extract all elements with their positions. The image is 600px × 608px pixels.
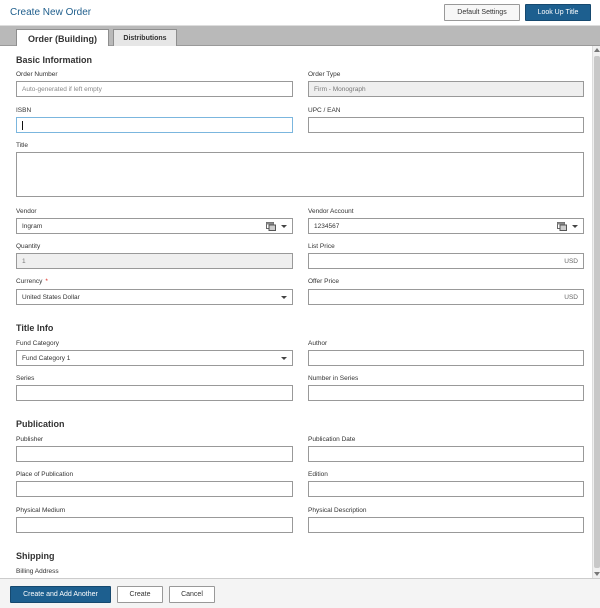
top-bar: Create New Order Default Settings Look U… bbox=[0, 0, 600, 26]
place-of-publication-field[interactable] bbox=[16, 481, 293, 497]
physical-medium-label: Physical Medium bbox=[16, 507, 66, 514]
edition-field[interactable] bbox=[308, 481, 584, 497]
offer-price-field[interactable]: USD bbox=[308, 289, 584, 305]
tab-order-building[interactable]: Order (Building) bbox=[16, 29, 109, 47]
section-title-info: Title Info bbox=[16, 323, 54, 333]
quantity-label: Quantity bbox=[16, 243, 41, 250]
chevron-down-icon[interactable] bbox=[281, 296, 287, 299]
upc-ean-field[interactable] bbox=[308, 117, 584, 133]
section-shipping: Shipping bbox=[16, 551, 55, 561]
publisher-label: Publisher bbox=[16, 436, 44, 443]
author-field[interactable] bbox=[308, 350, 584, 366]
list-price-label: List Price bbox=[308, 243, 335, 250]
vendor-account-value: 1234567 bbox=[314, 222, 340, 230]
cancel-button[interactable]: Cancel bbox=[169, 586, 215, 603]
order-type-label: Order Type bbox=[308, 71, 341, 78]
fund-category-label: Fund Category bbox=[16, 340, 59, 347]
chevron-down-icon[interactable] bbox=[572, 225, 578, 228]
number-in-series-field[interactable] bbox=[308, 385, 584, 401]
physical-medium-field[interactable] bbox=[16, 517, 293, 533]
tab-strip: Order (Building) Distributions bbox=[0, 26, 600, 47]
physical-description-label: Physical Description bbox=[308, 507, 367, 514]
vendor-label: Vendor bbox=[16, 208, 37, 215]
currency-value: United States Dollar bbox=[22, 293, 80, 301]
order-type-field: Firm - Monograph bbox=[308, 81, 584, 97]
series-field[interactable] bbox=[16, 385, 293, 401]
vendor-account-lookup-icon[interactable] bbox=[557, 222, 567, 231]
chevron-down-icon[interactable] bbox=[281, 225, 287, 228]
offer-price-label: Offer Price bbox=[308, 278, 339, 285]
order-number-placeholder: Auto-generated if left empty bbox=[22, 85, 102, 93]
vendor-value: Ingram bbox=[22, 222, 43, 230]
list-price-field[interactable]: USD bbox=[308, 253, 584, 269]
edition-label: Edition bbox=[308, 471, 328, 478]
offer-price-currency: USD bbox=[564, 294, 578, 301]
default-settings-button[interactable]: Default Settings bbox=[444, 4, 520, 21]
scroll-down-arrow-icon[interactable] bbox=[594, 572, 600, 576]
vendor-lookup-icon[interactable] bbox=[266, 222, 276, 231]
action-bar: Create and Add Another Create Cancel bbox=[0, 578, 600, 608]
currency-select[interactable]: United States Dollar bbox=[16, 289, 293, 305]
tab-distributions[interactable]: Distributions bbox=[113, 29, 177, 46]
section-basic-information: Basic Information bbox=[16, 55, 93, 65]
page-title: Create New Order bbox=[10, 7, 92, 18]
order-number-field[interactable]: Auto-generated if left empty bbox=[16, 81, 293, 97]
order-form: Basic Information Order Number Auto-gene… bbox=[0, 46, 592, 578]
publisher-field[interactable] bbox=[16, 446, 293, 462]
series-label: Series bbox=[16, 375, 35, 382]
publication-date-label: Publication Date bbox=[308, 436, 356, 443]
text-cursor bbox=[22, 121, 23, 130]
currency-label: Currency * bbox=[16, 278, 48, 285]
fund-category-select[interactable]: Fund Category 1 bbox=[16, 350, 293, 366]
billing-address-label: Billing Address bbox=[16, 568, 59, 575]
isbn-field[interactable] bbox=[16, 117, 293, 133]
physical-description-field[interactable] bbox=[308, 517, 584, 533]
vendor-account-select[interactable]: 1234567 bbox=[308, 218, 584, 234]
vertical-scrollbar[interactable] bbox=[592, 46, 600, 578]
currency-label-text: Currency bbox=[16, 278, 43, 285]
scroll-thumb[interactable] bbox=[594, 56, 600, 568]
title-label: Title bbox=[16, 142, 29, 149]
order-number-label: Order Number bbox=[16, 71, 58, 78]
quantity-field: 1 bbox=[16, 253, 293, 269]
create-and-add-another-button[interactable]: Create and Add Another bbox=[10, 586, 111, 603]
publication-date-field[interactable] bbox=[308, 446, 584, 462]
isbn-label: ISBN bbox=[16, 107, 32, 114]
vendor-account-label: Vendor Account bbox=[308, 208, 354, 215]
vendor-select[interactable]: Ingram bbox=[16, 218, 293, 234]
place-of-publication-label: Place of Publication bbox=[16, 471, 74, 478]
required-marker: * bbox=[45, 278, 48, 285]
scroll-up-arrow-icon[interactable] bbox=[594, 48, 600, 52]
number-in-series-label: Number in Series bbox=[308, 375, 359, 382]
section-publication: Publication bbox=[16, 419, 65, 429]
look-up-title-button[interactable]: Look Up Title bbox=[525, 4, 591, 21]
title-textarea[interactable] bbox=[16, 152, 584, 197]
author-label: Author bbox=[308, 340, 328, 347]
upc-ean-label: UPC / EAN bbox=[308, 107, 341, 114]
chevron-down-icon[interactable] bbox=[281, 357, 287, 360]
create-button[interactable]: Create bbox=[117, 586, 163, 603]
list-price-currency: USD bbox=[564, 258, 578, 265]
fund-category-value: Fund Category 1 bbox=[22, 354, 71, 362]
